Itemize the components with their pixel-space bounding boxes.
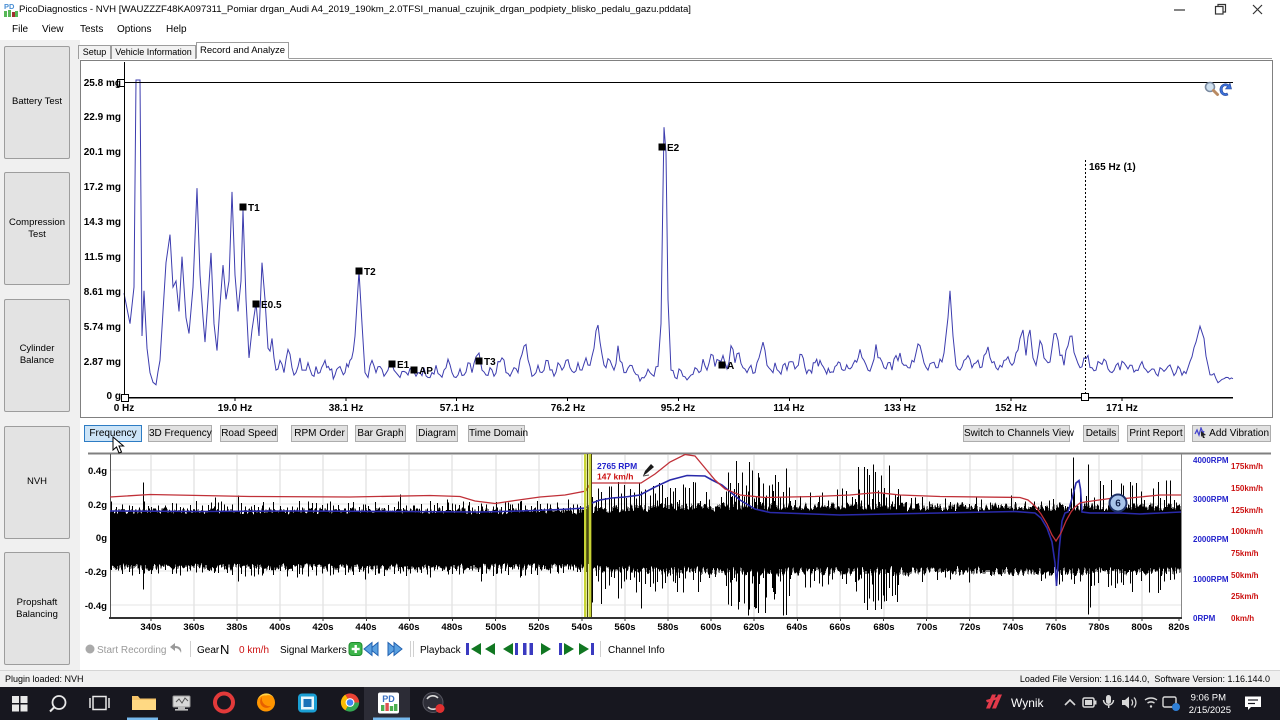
- svg-text:8.61 mg: 8.61 mg: [84, 287, 121, 298]
- svg-text:3000RPM: 3000RPM: [1193, 495, 1229, 504]
- svg-text:Gear: Gear: [197, 645, 220, 656]
- svg-text:700s: 700s: [916, 622, 937, 633]
- svg-text:T1: T1: [248, 203, 260, 214]
- svg-text:800s: 800s: [1131, 622, 1152, 633]
- svg-text:125km/h: 125km/h: [1231, 506, 1263, 515]
- svg-text:2/15/2025: 2/15/2025: [1189, 705, 1231, 716]
- svg-text:147 km/h: 147 km/h: [597, 472, 633, 482]
- svg-text:1000RPM: 1000RPM: [1193, 575, 1229, 584]
- svg-text:0.2g: 0.2g: [88, 500, 107, 511]
- svg-text:114 Hz: 114 Hz: [773, 403, 804, 414]
- svg-text:100km/h: 100km/h: [1231, 527, 1263, 536]
- svg-text:-0.4g: -0.4g: [85, 601, 107, 612]
- svg-text:0g: 0g: [96, 533, 107, 544]
- svg-text:50km/h: 50km/h: [1231, 571, 1259, 580]
- svg-text:22.9 mg: 22.9 mg: [84, 112, 121, 123]
- svg-text:640s: 640s: [786, 622, 807, 633]
- svg-text:152 Hz: 152 Hz: [995, 403, 1027, 414]
- svg-text:440s: 440s: [355, 622, 376, 633]
- svg-text:19.0 Hz: 19.0 Hz: [218, 403, 252, 414]
- svg-text:PD: PD: [382, 694, 395, 704]
- svg-text:25km/h: 25km/h: [1231, 592, 1259, 601]
- svg-text:A: A: [727, 361, 734, 372]
- svg-text:E0.5: E0.5: [261, 300, 282, 311]
- svg-text:720s: 720s: [959, 622, 980, 633]
- svg-text:560s: 560s: [614, 622, 635, 633]
- svg-text:171 Hz: 171 Hz: [1106, 403, 1138, 414]
- svg-text:133 Hz: 133 Hz: [884, 403, 916, 414]
- svg-text:20.1 mg: 20.1 mg: [84, 147, 121, 158]
- svg-text:2.87 mg: 2.87 mg: [84, 357, 121, 368]
- svg-text:Channel Info: Channel Info: [608, 645, 665, 656]
- svg-text:420s: 420s: [312, 622, 333, 633]
- svg-text:760s: 760s: [1045, 622, 1066, 633]
- svg-text:500s: 500s: [485, 622, 506, 633]
- svg-text:6: 6: [1115, 499, 1121, 510]
- svg-text:T3: T3: [484, 357, 496, 368]
- svg-text:340s: 340s: [140, 622, 161, 633]
- svg-text:520s: 520s: [528, 622, 549, 633]
- svg-text:360s: 360s: [183, 622, 204, 633]
- svg-text:Start Recording: Start Recording: [97, 645, 166, 656]
- svg-text:820s: 820s: [1168, 622, 1189, 633]
- svg-text:76.2 Hz: 76.2 Hz: [551, 403, 585, 414]
- svg-text:E1: E1: [397, 360, 410, 371]
- svg-text:14.3 mg: 14.3 mg: [84, 217, 121, 228]
- svg-text:2000RPM: 2000RPM: [1193, 535, 1229, 544]
- svg-text:480s: 480s: [441, 622, 462, 633]
- svg-text:25.8 mg: 25.8 mg: [84, 78, 121, 89]
- svg-text:0RPM: 0RPM: [1193, 614, 1216, 623]
- svg-text:0 km/h: 0 km/h: [239, 645, 269, 656]
- svg-text:4000RPM: 4000RPM: [1193, 456, 1229, 465]
- svg-text:620s: 620s: [743, 622, 764, 633]
- svg-text:11.5 mg: 11.5 mg: [84, 252, 121, 263]
- svg-text:600s: 600s: [700, 622, 721, 633]
- svg-text:0km/h: 0km/h: [1231, 614, 1254, 623]
- svg-text:T2: T2: [364, 267, 376, 278]
- svg-text:75km/h: 75km/h: [1231, 549, 1259, 558]
- svg-text:150km/h: 150km/h: [1231, 484, 1263, 493]
- svg-text:660s: 660s: [829, 622, 850, 633]
- svg-text:95.2 Hz: 95.2 Hz: [661, 403, 695, 414]
- svg-text:AP: AP: [419, 366, 433, 377]
- svg-text:Playback: Playback: [420, 645, 462, 656]
- svg-text:175km/h: 175km/h: [1231, 462, 1263, 471]
- svg-text:0 g: 0 g: [107, 391, 121, 402]
- svg-text:540s: 540s: [571, 622, 592, 633]
- svg-text:Signal Markers: Signal Markers: [280, 645, 347, 656]
- svg-text:N: N: [220, 642, 229, 657]
- svg-text:0.4g: 0.4g: [88, 466, 107, 477]
- svg-text:780s: 780s: [1088, 622, 1109, 633]
- svg-text:165 Hz (1): 165 Hz (1): [1089, 162, 1136, 173]
- svg-text:17.2 mg: 17.2 mg: [84, 182, 121, 193]
- svg-text:-0.2g: -0.2g: [85, 567, 107, 578]
- svg-text:580s: 580s: [657, 622, 678, 633]
- svg-text:680s: 680s: [873, 622, 894, 633]
- svg-text:38.1 Hz: 38.1 Hz: [329, 403, 363, 414]
- svg-text:460s: 460s: [398, 622, 419, 633]
- svg-text:9:06 PM: 9:06 PM: [1191, 693, 1226, 704]
- svg-text:740s: 740s: [1002, 622, 1023, 633]
- svg-text:5.74 mg: 5.74 mg: [84, 322, 121, 333]
- svg-text:0 Hz: 0 Hz: [114, 403, 135, 414]
- svg-text:380s: 380s: [226, 622, 247, 633]
- svg-text:2765 RPM: 2765 RPM: [597, 461, 637, 471]
- svg-text:57.1 Hz: 57.1 Hz: [440, 403, 474, 414]
- svg-text:E2: E2: [667, 143, 680, 154]
- svg-text:400s: 400s: [269, 622, 290, 633]
- svg-text:Wynik: Wynik: [1011, 696, 1045, 710]
